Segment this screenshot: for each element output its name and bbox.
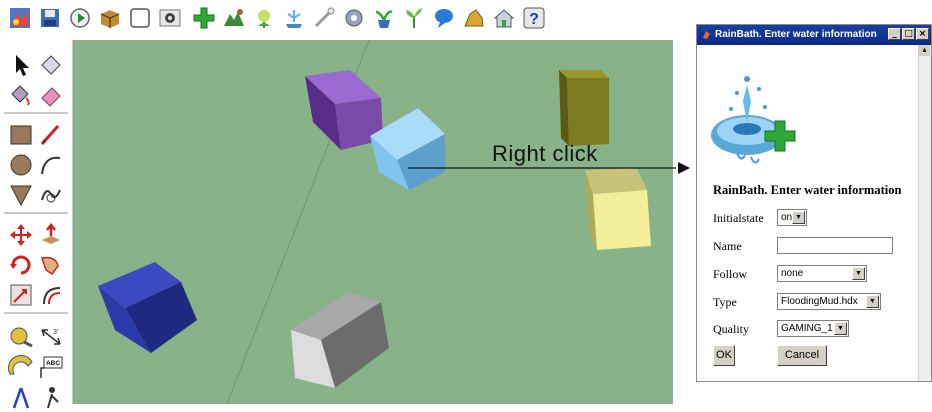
dropdown-arrow-icon: ▼ [834, 322, 847, 335]
initialstate-select[interactable]: on ▼ [777, 209, 807, 226]
dropdown-arrow-icon: ▼ [852, 267, 865, 280]
dialog-titlebar[interactable]: RainBath. Enter water information _ □ × [697, 25, 931, 45]
minimize-button[interactable]: _ [888, 28, 901, 40]
vertical-scrollbar[interactable]: ▲ [918, 45, 931, 381]
follow-label: Follow [713, 267, 748, 281]
ok-button[interactable]: OK [713, 345, 735, 366]
maximize-button[interactable]: □ [902, 28, 915, 40]
name-label: Name [713, 239, 742, 253]
dropdown-arrow-icon: ▼ [866, 295, 879, 308]
follow-select[interactable]: none ▼ [777, 265, 867, 282]
close-button[interactable]: × [916, 28, 929, 40]
dialog-heading: RainBath. Enter water information [713, 183, 902, 197]
dropdown-arrow-icon: ▼ [792, 211, 805, 224]
water-splash-logo [711, 76, 796, 164]
dialog-window-title: RainBath. Enter water information [715, 29, 877, 40]
quality-select[interactable]: GAMING_1 ▼ [777, 320, 849, 337]
right-click-annotation: Right click [492, 141, 598, 166]
water-info-dialog: RainBath. Enter water information _ □ × … [696, 24, 932, 382]
type-select[interactable]: FloodingMud.hdx ▼ [777, 293, 881, 310]
cancel-button[interactable]: Cancel [777, 345, 827, 366]
quality-label: Quality [713, 322, 749, 336]
type-label: Type [713, 295, 737, 309]
app-icon [703, 31, 710, 39]
name-input[interactable] [777, 237, 893, 254]
scroll-up-arrow-icon[interactable]: ▲ [919, 45, 930, 56]
initialstate-label: Initialstate [713, 211, 764, 225]
